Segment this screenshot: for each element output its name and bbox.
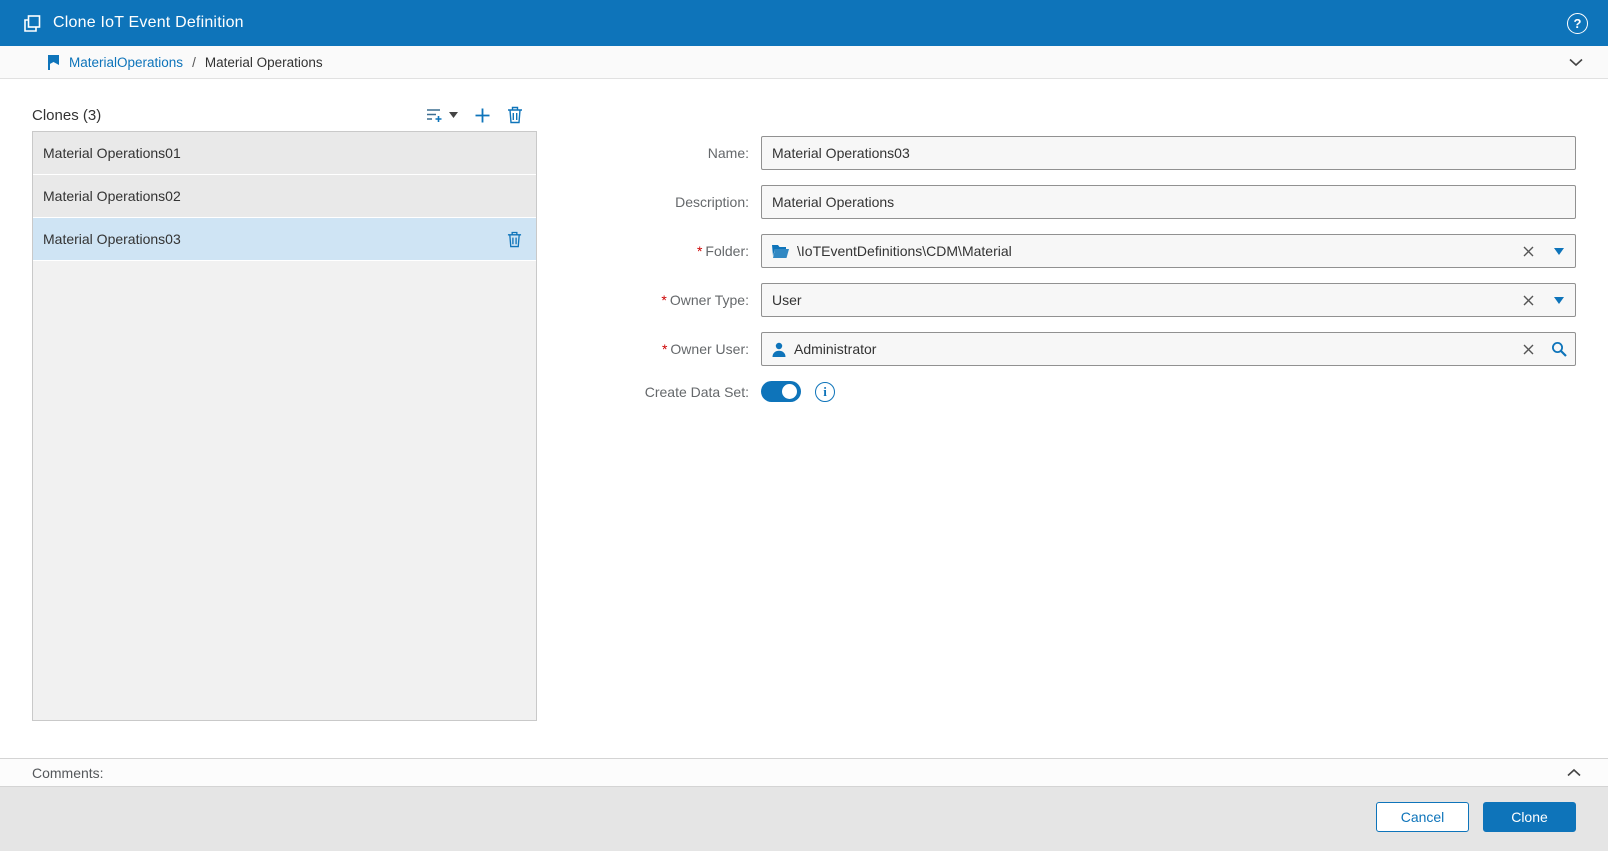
add-multiple-button[interactable]	[425, 106, 458, 124]
form-row-owner-type: * Owner Type: User	[593, 283, 1576, 317]
folder-value: \IoTEventDefinitions\CDM\Material	[797, 243, 1012, 259]
breadcrumb: MaterialOperations / Material Operations	[0, 46, 1608, 79]
create-data-set-label: Create Data Set:	[644, 383, 749, 400]
name-input[interactable]	[772, 137, 1575, 169]
toggle-knob	[782, 384, 797, 399]
comments-label: Comments:	[32, 764, 104, 781]
owner-type-label: * Owner Type:	[661, 292, 749, 308]
owner-type-combobox[interactable]: User	[761, 283, 1576, 317]
list-item[interactable]: Material Operations01	[33, 132, 536, 175]
form-row-owner-user: * Owner User: Administrator	[593, 332, 1576, 366]
cancel-button[interactable]: Cancel	[1376, 802, 1469, 832]
breadcrumb-separator: /	[192, 54, 196, 70]
breadcrumb-collapse-icon[interactable]	[1568, 57, 1584, 67]
clones-panel-header: Clones (3)	[32, 99, 537, 131]
form-row-folder: * Folder: \IoTEventDefinitions\CDM\Materi…	[593, 234, 1576, 268]
name-label: Name:	[707, 145, 749, 161]
required-asterisk: *	[696, 243, 703, 259]
clones-panel: Clones (3) Material Operations01 Materia…	[32, 79, 537, 744]
folder-combobox[interactable]: \IoTEventDefinitions\CDM\Material	[761, 234, 1576, 268]
row-delete-icon[interactable]	[507, 231, 522, 248]
owner-user-combobox[interactable]: Administrator	[761, 332, 1576, 366]
clones-count-label: Clones (3)	[32, 106, 102, 124]
required-asterisk: *	[661, 341, 668, 357]
folder-dropdown-icon[interactable]	[1543, 235, 1575, 267]
form-row-description: Description:	[593, 185, 1576, 219]
owner-type-value: User	[772, 292, 802, 308]
delete-clone-button[interactable]	[507, 106, 523, 124]
comments-bar[interactable]: Comments:	[0, 758, 1608, 787]
folder-clear-icon[interactable]	[1514, 246, 1543, 257]
description-input[interactable]	[772, 186, 1575, 218]
list-item-label: Material Operations02	[43, 188, 181, 204]
clone-button[interactable]: Clone	[1483, 802, 1576, 832]
folder-icon	[772, 244, 789, 258]
form-row-name: Name:	[593, 136, 1576, 170]
clone-list: Material Operations01 Material Operation…	[32, 131, 537, 721]
owner-user-search-icon[interactable]	[1543, 333, 1575, 365]
clone-form: Name: Description: *Folder: \	[537, 79, 1576, 744]
footer-actions: Cancel Clone	[0, 787, 1608, 851]
list-item-label: Material Operations03	[43, 231, 181, 247]
list-item[interactable]: Material Operations02	[33, 175, 536, 218]
user-icon	[772, 342, 786, 357]
add-multiple-caret-icon[interactable]	[449, 112, 458, 118]
info-icon[interactable]: i	[815, 381, 835, 402]
owner-user-value: Administrator	[794, 341, 877, 357]
create-data-set-toggle[interactable]	[761, 381, 801, 402]
required-asterisk: *	[661, 292, 667, 308]
owner-type-clear-icon[interactable]	[1514, 295, 1543, 306]
add-clone-button[interactable]	[474, 107, 491, 124]
list-item-selected[interactable]: Material Operations03	[33, 218, 536, 261]
list-item-label: Material Operations01	[43, 145, 181, 161]
form-row-create-data-set: Create Data Set: i	[593, 381, 1576, 402]
description-label: Description:	[675, 194, 749, 210]
clone-icon	[24, 14, 41, 32]
help-icon[interactable]: ?	[1567, 12, 1588, 34]
page-title: Clone IoT Event Definition	[53, 14, 244, 31]
owner-user-label: * Owner User:	[661, 341, 749, 357]
folder-label: * Folder:	[696, 243, 749, 259]
comments-expand-icon[interactable]	[1566, 768, 1582, 778]
breadcrumb-root-link[interactable]: MaterialOperations	[69, 55, 183, 70]
owner-type-dropdown-icon[interactable]	[1543, 284, 1575, 316]
main-content: Clones (3) Material Operations01 Materia…	[0, 79, 1608, 744]
title-bar: Clone IoT Event Definition ?	[0, 0, 1608, 46]
definition-flag-icon	[46, 54, 61, 70]
owner-user-clear-icon[interactable]	[1514, 344, 1543, 355]
breadcrumb-current: Material Operations	[204, 54, 323, 70]
